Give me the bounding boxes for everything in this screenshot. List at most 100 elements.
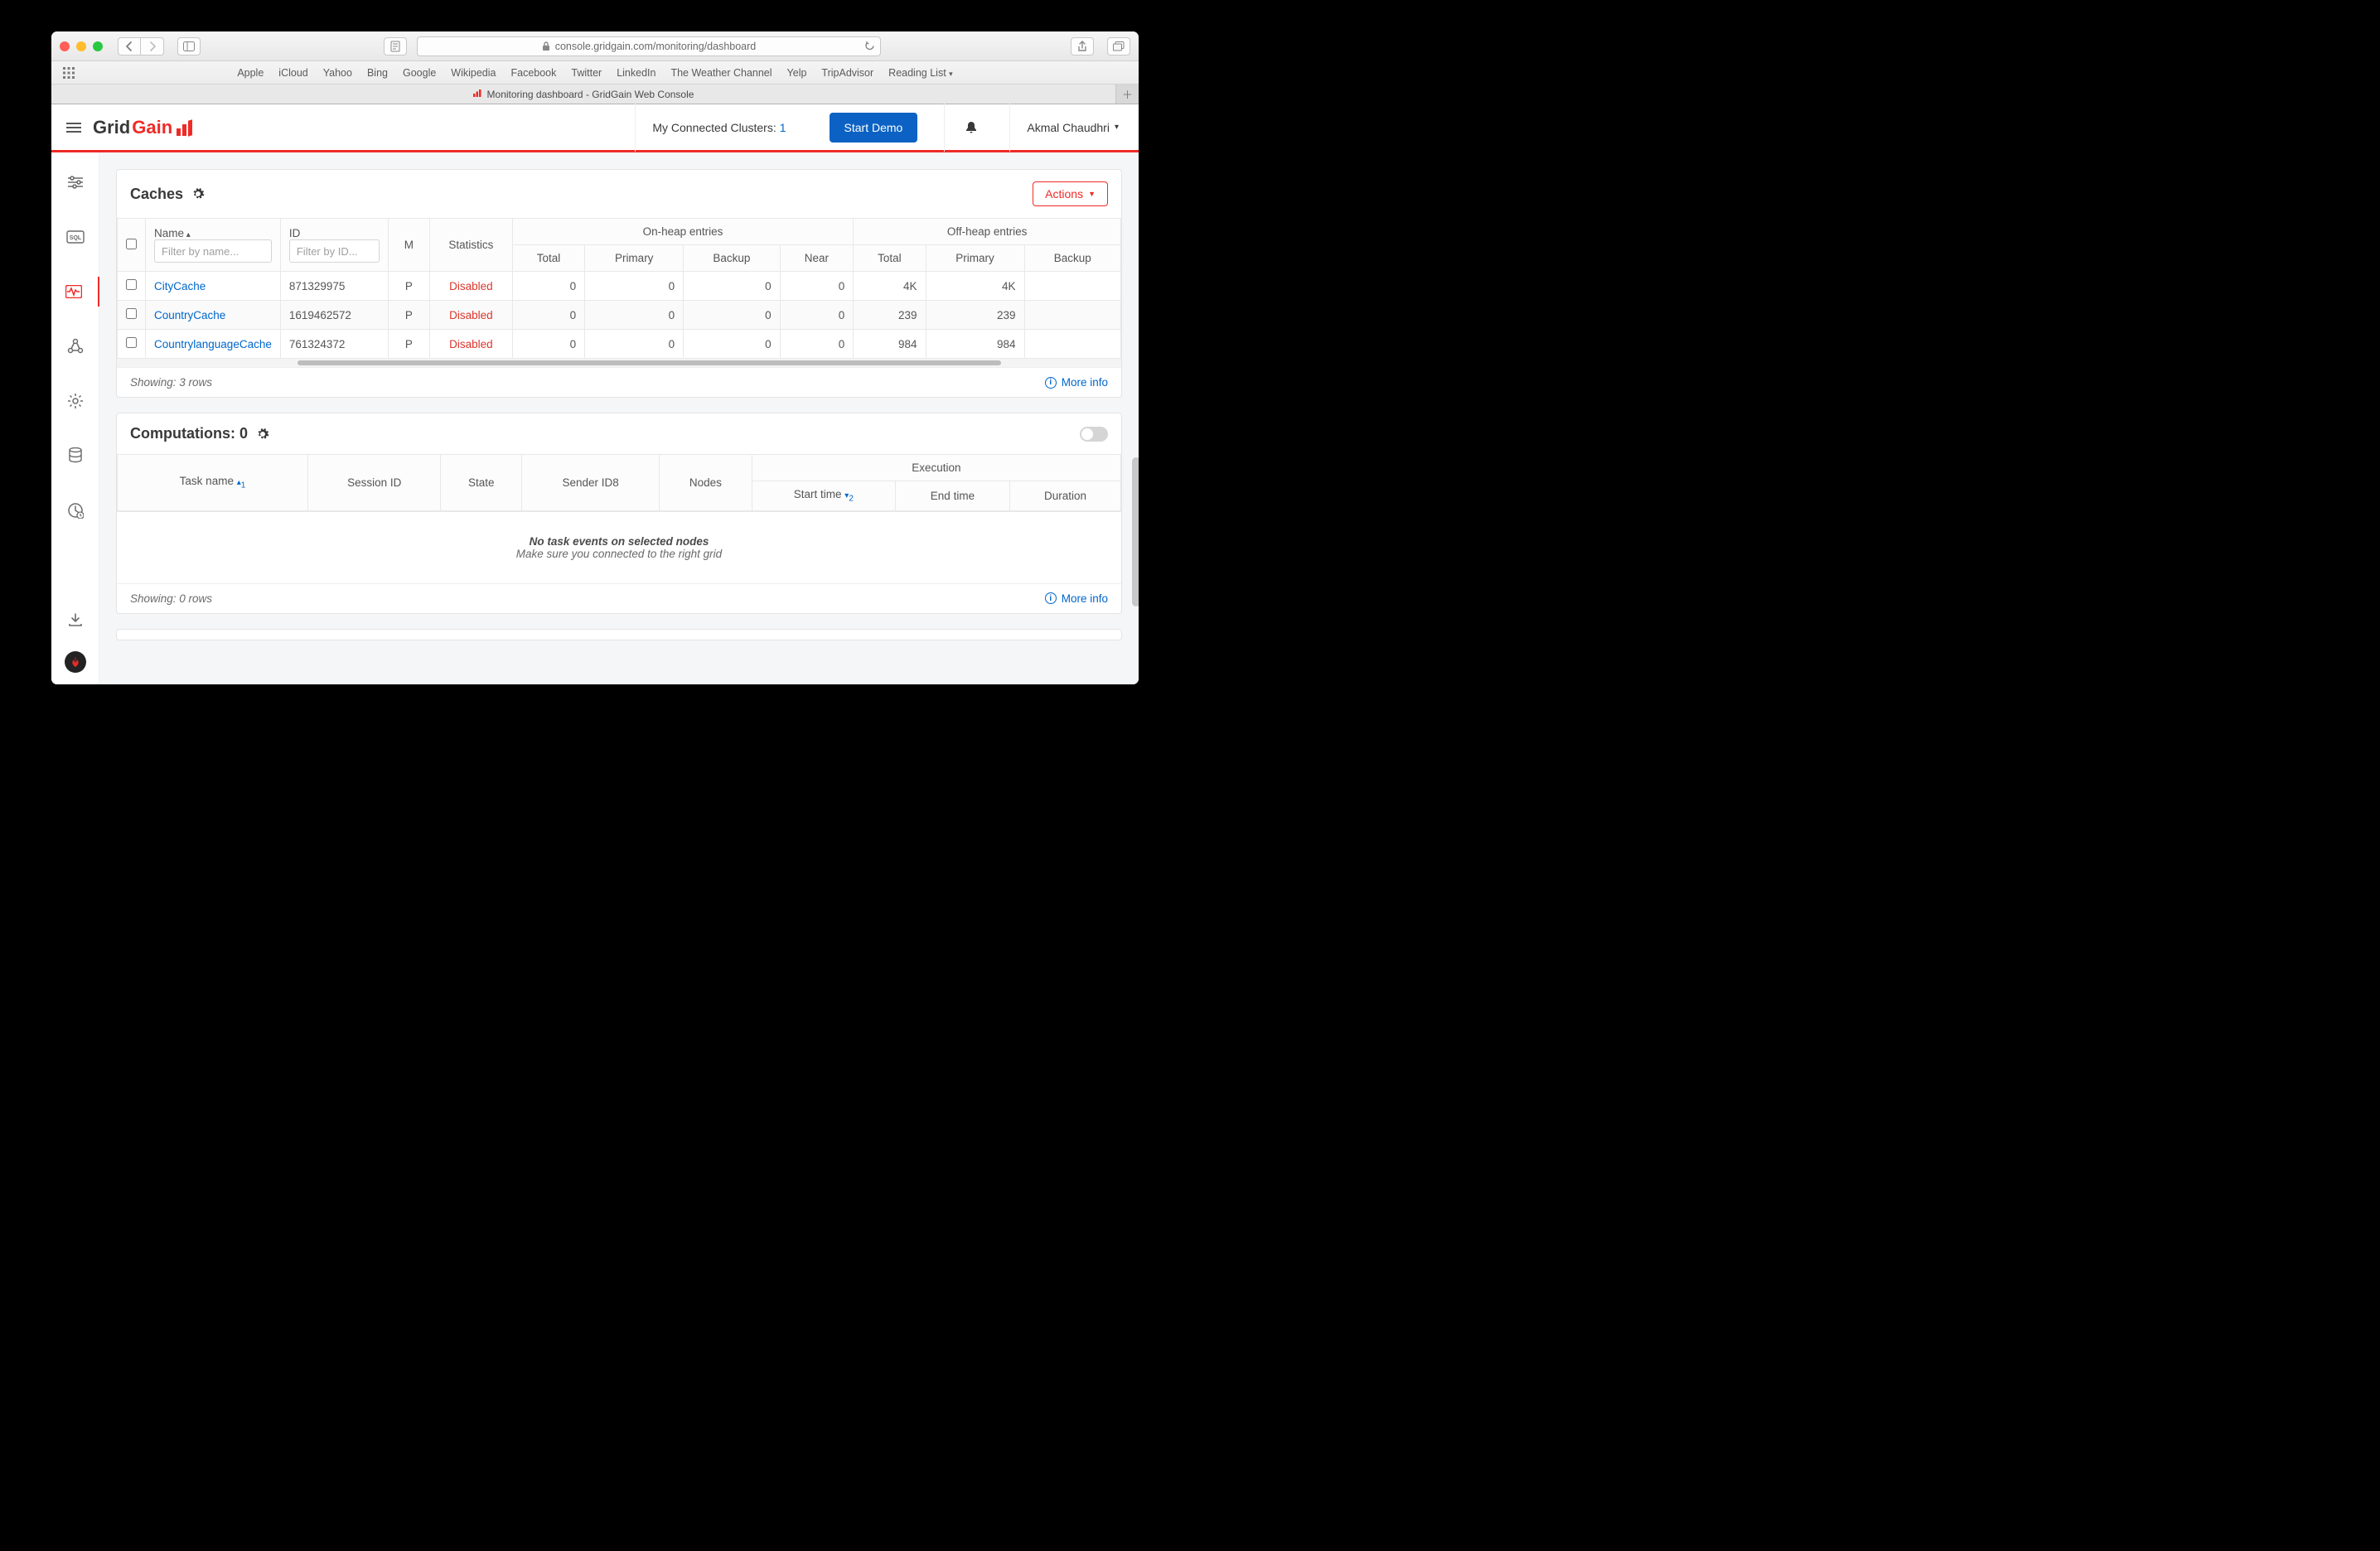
fullscreen-window-button[interactable] [93, 41, 103, 51]
nav-sql-icon[interactable]: SQL [51, 222, 99, 252]
nav-cluster-icon[interactable] [51, 331, 99, 361]
nav-download-icon[interactable] [51, 605, 99, 635]
forward-button[interactable] [141, 37, 164, 56]
bookmark-item[interactable]: TripAdvisor [821, 67, 873, 79]
computations-more-info-link[interactable]: iMore info [1045, 592, 1108, 605]
col-duration[interactable]: Duration [1010, 481, 1121, 511]
nav-storage-icon[interactable] [51, 441, 99, 471]
reader-button[interactable] [384, 37, 407, 56]
sidebar-toggle-button[interactable] [177, 37, 201, 56]
url-bar[interactable]: console.gridgain.com/monitoring/dashboar… [417, 36, 881, 56]
filter-name-input[interactable] [154, 239, 272, 263]
table-row[interactable]: CountryCache1619462572PDisabled000023923… [118, 301, 1121, 330]
col-onheap-total[interactable]: Total [512, 245, 584, 272]
bookmark-item[interactable]: Yelp [787, 67, 807, 79]
back-button[interactable] [118, 37, 141, 56]
computations-toggle[interactable] [1080, 427, 1108, 442]
tabs-button[interactable] [1107, 37, 1130, 56]
row-checkbox[interactable] [126, 279, 137, 290]
close-window-button[interactable] [60, 41, 70, 51]
col-end-time[interactable]: End time [895, 481, 1009, 511]
bookmark-item[interactable]: Twitter [571, 67, 602, 79]
user-menu[interactable]: Akmal Chaudhri ▾ [1009, 104, 1124, 152]
caches-title: Caches [130, 186, 183, 203]
col-task-name[interactable]: Task name [180, 475, 234, 487]
nav-history-icon[interactable] [51, 495, 99, 525]
col-name[interactable]: Name [154, 227, 191, 239]
offheap-total: 4K [854, 272, 926, 301]
cache-name-link[interactable]: CountryCache [154, 309, 225, 321]
clusters-count[interactable]: 1 [780, 121, 786, 134]
row-checkbox[interactable] [126, 308, 137, 319]
bookmark-item[interactable]: Facebook [510, 67, 556, 79]
cache-statistics: Disabled [429, 330, 512, 359]
cache-mode: P [388, 301, 429, 330]
notifications-button[interactable] [944, 104, 998, 152]
caches-more-info-link[interactable]: iMore info [1045, 376, 1108, 389]
browser-tab[interactable]: Monitoring dashboard - GridGain Web Cons… [51, 85, 1115, 104]
bookmark-item[interactable]: The Weather Channel [670, 67, 772, 79]
col-nodes[interactable]: Nodes [660, 455, 752, 511]
table-row[interactable]: CountrylanguageCache761324372PDisabled00… [118, 330, 1121, 359]
apps-icon[interactable] [63, 67, 75, 79]
actions-button[interactable]: Actions ▼ [1033, 181, 1108, 206]
gear-icon[interactable] [191, 187, 205, 201]
offheap-total: 239 [854, 301, 926, 330]
col-onheap-near[interactable]: Near [780, 245, 854, 272]
horizontal-scrollbar[interactable] [117, 359, 1121, 367]
gear-icon[interactable] [256, 428, 269, 441]
nav-settings-icon[interactable] [51, 386, 99, 416]
offheap-total: 984 [854, 330, 926, 359]
menu-button[interactable] [66, 123, 81, 133]
bookmark-item[interactable]: LinkedIn [617, 67, 655, 79]
share-button[interactable] [1071, 37, 1094, 56]
row-checkbox[interactable] [126, 337, 137, 348]
vertical-scrollbar[interactable] [1132, 457, 1139, 606]
bookmark-item[interactable]: Apple [237, 67, 264, 79]
col-session-id[interactable]: Session ID [308, 455, 441, 511]
bookmark-item[interactable]: Bing [367, 67, 388, 79]
select-all-checkbox[interactable] [126, 239, 137, 249]
onheap-backup: 0 [684, 272, 780, 301]
start-demo-button[interactable]: Start Demo [830, 113, 918, 143]
col-id[interactable]: ID [289, 227, 380, 239]
svg-text:SQL: SQL [69, 235, 81, 241]
gridgain-logo[interactable]: GridGain [93, 117, 192, 138]
connected-clusters[interactable]: My Connected Clusters: 1 [635, 104, 802, 152]
table-row[interactable]: CityCache871329975PDisabled00004K4K [118, 272, 1121, 301]
filter-id-input[interactable] [289, 239, 380, 263]
refresh-icon[interactable] [864, 41, 875, 51]
nav-monitoring-icon[interactable] [52, 277, 100, 307]
col-start-time[interactable]: Start time [794, 488, 842, 500]
cache-name-link[interactable]: CountrylanguageCache [154, 338, 272, 350]
col-state[interactable]: State [441, 455, 522, 511]
col-statistics[interactable]: Statistics [429, 219, 512, 272]
nav-ignite-badge[interactable] [65, 651, 86, 673]
col-offheap-primary[interactable]: Primary [926, 245, 1024, 272]
col-onheap-backup[interactable]: Backup [684, 245, 780, 272]
offheap-primary: 984 [926, 330, 1024, 359]
bookmark-item[interactable]: Google [403, 67, 436, 79]
col-onheap-primary[interactable]: Primary [585, 245, 684, 272]
new-tab-button[interactable]: ＋ [1115, 85, 1139, 104]
col-offheap-backup[interactable]: Backup [1024, 245, 1120, 272]
col-sender[interactable]: Sender ID8 [522, 455, 660, 511]
offheap-backup [1024, 330, 1120, 359]
offheap-backup [1024, 301, 1120, 330]
bookmark-item[interactable]: Yahoo [323, 67, 352, 79]
bookmark-item[interactable]: Reading List ▾ [888, 67, 953, 79]
minimize-window-button[interactable] [76, 41, 86, 51]
bookmark-item[interactable]: Wikipedia [451, 67, 496, 79]
nav-configure-icon[interactable] [51, 167, 99, 197]
info-icon: i [1045, 592, 1057, 604]
onheap-primary: 0 [585, 272, 684, 301]
caret-down-icon: ▾ [1115, 123, 1119, 132]
cache-name-link[interactable]: CityCache [154, 280, 206, 292]
bookmark-item[interactable]: iCloud [278, 67, 307, 79]
col-m[interactable]: M [388, 219, 429, 272]
cache-id: 761324372 [280, 330, 388, 359]
next-card-preview [116, 629, 1122, 640]
offheap-backup [1024, 272, 1120, 301]
cache-mode: P [388, 330, 429, 359]
col-offheap-total[interactable]: Total [854, 245, 926, 272]
